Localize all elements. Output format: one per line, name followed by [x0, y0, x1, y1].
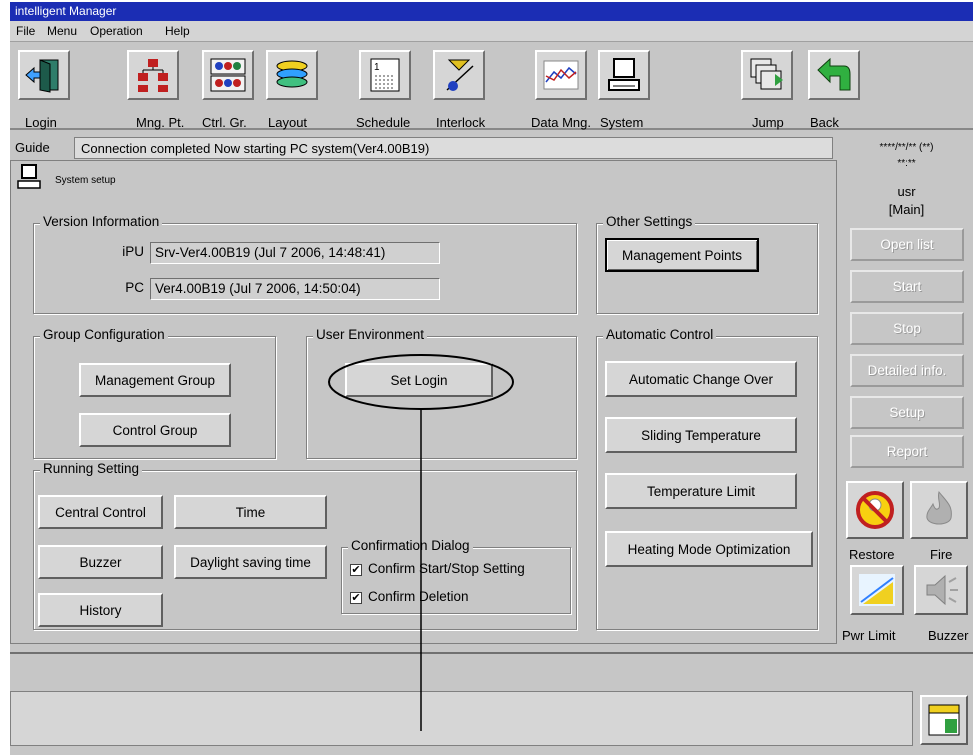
- annotation-overlay: [328, 354, 514, 731]
- highlight-ellipse: [328, 354, 514, 410]
